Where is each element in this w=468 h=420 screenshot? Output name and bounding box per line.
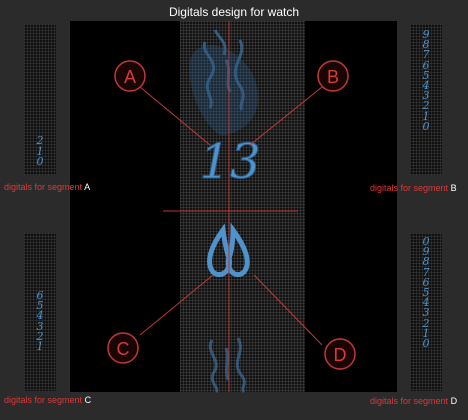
callout-b-letter: B [327, 67, 339, 87]
segment-a-caption-text: digitals for segment [4, 182, 83, 192]
diagram-overlay: 13 A B C D [107, 21, 356, 394]
segment-c-caption-letter: C [84, 395, 92, 405]
segment-c-digit: 1 [36, 340, 44, 354]
segment-d-strip: 0 9 8 7 6 5 4 3 2 1 0 [410, 233, 442, 391]
callout-c-leader [139, 274, 214, 336]
callout-c: C [107, 332, 139, 364]
callout-a: A [114, 60, 146, 92]
segment-d-digit: 0 [422, 337, 430, 351]
segment-d-caption-text: digitals for segment [370, 396, 449, 406]
segment-a-strip: 2 1 0 [24, 24, 56, 175]
segment-d-digits: 0 9 8 7 6 5 4 3 2 1 0 [410, 236, 442, 351]
segment-a-digits: 2 1 0 [24, 135, 56, 168]
center-number-13: 13 [199, 134, 260, 190]
center-drop-shapes [207, 222, 250, 278]
callout-d: D [324, 338, 356, 370]
segment-b-digits: 9 8 7 6 5 4 3 2 1 0 [410, 29, 442, 133]
segment-a-caption: digitals for segment A [4, 182, 90, 192]
segment-b-caption: digitals for segment B [370, 183, 457, 193]
callout-b-leader [249, 86, 323, 146]
callout-d-leader [253, 274, 323, 346]
segment-c-caption-text: digitals for segment [4, 395, 83, 405]
segment-b-strip: 9 8 7 6 5 4 3 2 1 0 [410, 24, 442, 175]
segment-b-caption-text: digitals for segment [370, 183, 449, 193]
bottom-wisp-shapes [208, 337, 246, 394]
callout-b: B [317, 60, 349, 92]
segment-a-caption-letter: A [84, 182, 91, 192]
segment-b-digit: 0 [422, 119, 430, 133]
segment-d-caption-letter: D [450, 396, 458, 406]
callout-a-letter: A [124, 67, 136, 87]
segment-b-caption-letter: B [450, 183, 457, 193]
segment-a-digit: 0 [36, 154, 44, 168]
segment-d-caption: digitals for segment D [370, 396, 457, 406]
segment-c-digits: 6 5 4 3 2 1 [24, 290, 56, 354]
callout-d-letter: D [334, 345, 347, 365]
callout-c-letter: C [117, 339, 130, 359]
segment-c-strip: 6 5 4 3 2 1 [24, 233, 56, 391]
segment-c-caption: digitals for segment C [4, 395, 91, 405]
top-glow-shape [189, 45, 259, 136]
